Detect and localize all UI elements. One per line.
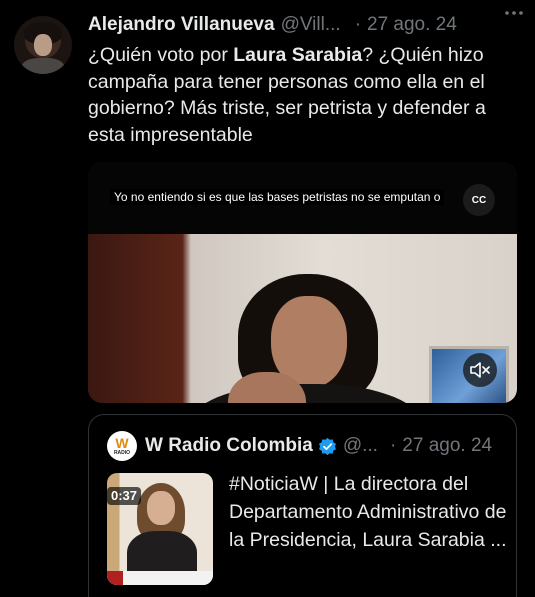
tweet-text-part: ¿Quién voto por	[88, 44, 234, 66]
verified-badge-icon	[318, 437, 336, 455]
quoted-author-name[interactable]: W Radio Colombia	[145, 435, 313, 457]
tweet-header: Alejandro Villanueva @Vill... · 27 ago. …	[88, 12, 523, 38]
volume-muted-icon[interactable]	[463, 353, 497, 387]
closed-captions-button[interactable]: CC	[463, 184, 495, 216]
author-avatar[interactable]	[14, 16, 72, 74]
quoted-tweet[interactable]: W RADIO W Radio Colombia @... · 27 ago. …	[88, 414, 517, 597]
tweet-text: ¿Quién voto por Laura Sarabia? ¿Quién hi…	[88, 42, 528, 148]
video-duration: 0:37	[107, 487, 142, 505]
separator-dot: ·	[354, 14, 362, 35]
quoted-tweet-text: #NoticiaW | La directora del Departament…	[229, 473, 507, 551]
quoted-author-handle[interactable]: @...	[343, 435, 378, 457]
cc-label: CC	[471, 194, 487, 206]
embedded-video[interactable]: Yo no entiendo si es que las bases petri…	[88, 162, 517, 403]
logo-subtext: RADIO	[113, 449, 131, 456]
person-body	[186, 384, 426, 403]
quoted-tweet-header: W Radio Colombia @... · 27 ago. 24	[145, 431, 506, 461]
tweet-date[interactable]: 27 ago. 24	[367, 14, 457, 36]
separator-dot: ·	[389, 435, 397, 456]
tweet[interactable]: Alejandro Villanueva @Vill... · 27 ago. …	[0, 0, 535, 597]
quoted-tweet-date[interactable]: 27 ago. 24	[402, 435, 492, 457]
author-name[interactable]: Alejandro Villanueva	[88, 14, 275, 36]
video-scene	[88, 234, 517, 403]
logo-letter: W	[115, 434, 129, 451]
tweet-text-mention-bold: Laura Sarabia	[233, 44, 363, 66]
w-radio-logo[interactable]: W RADIO	[107, 431, 137, 461]
video-caption: Yo no entiendo si es que las bases petri…	[110, 189, 445, 205]
more-options-icon[interactable]	[499, 0, 529, 26]
author-handle[interactable]: @Vill...	[281, 14, 341, 36]
